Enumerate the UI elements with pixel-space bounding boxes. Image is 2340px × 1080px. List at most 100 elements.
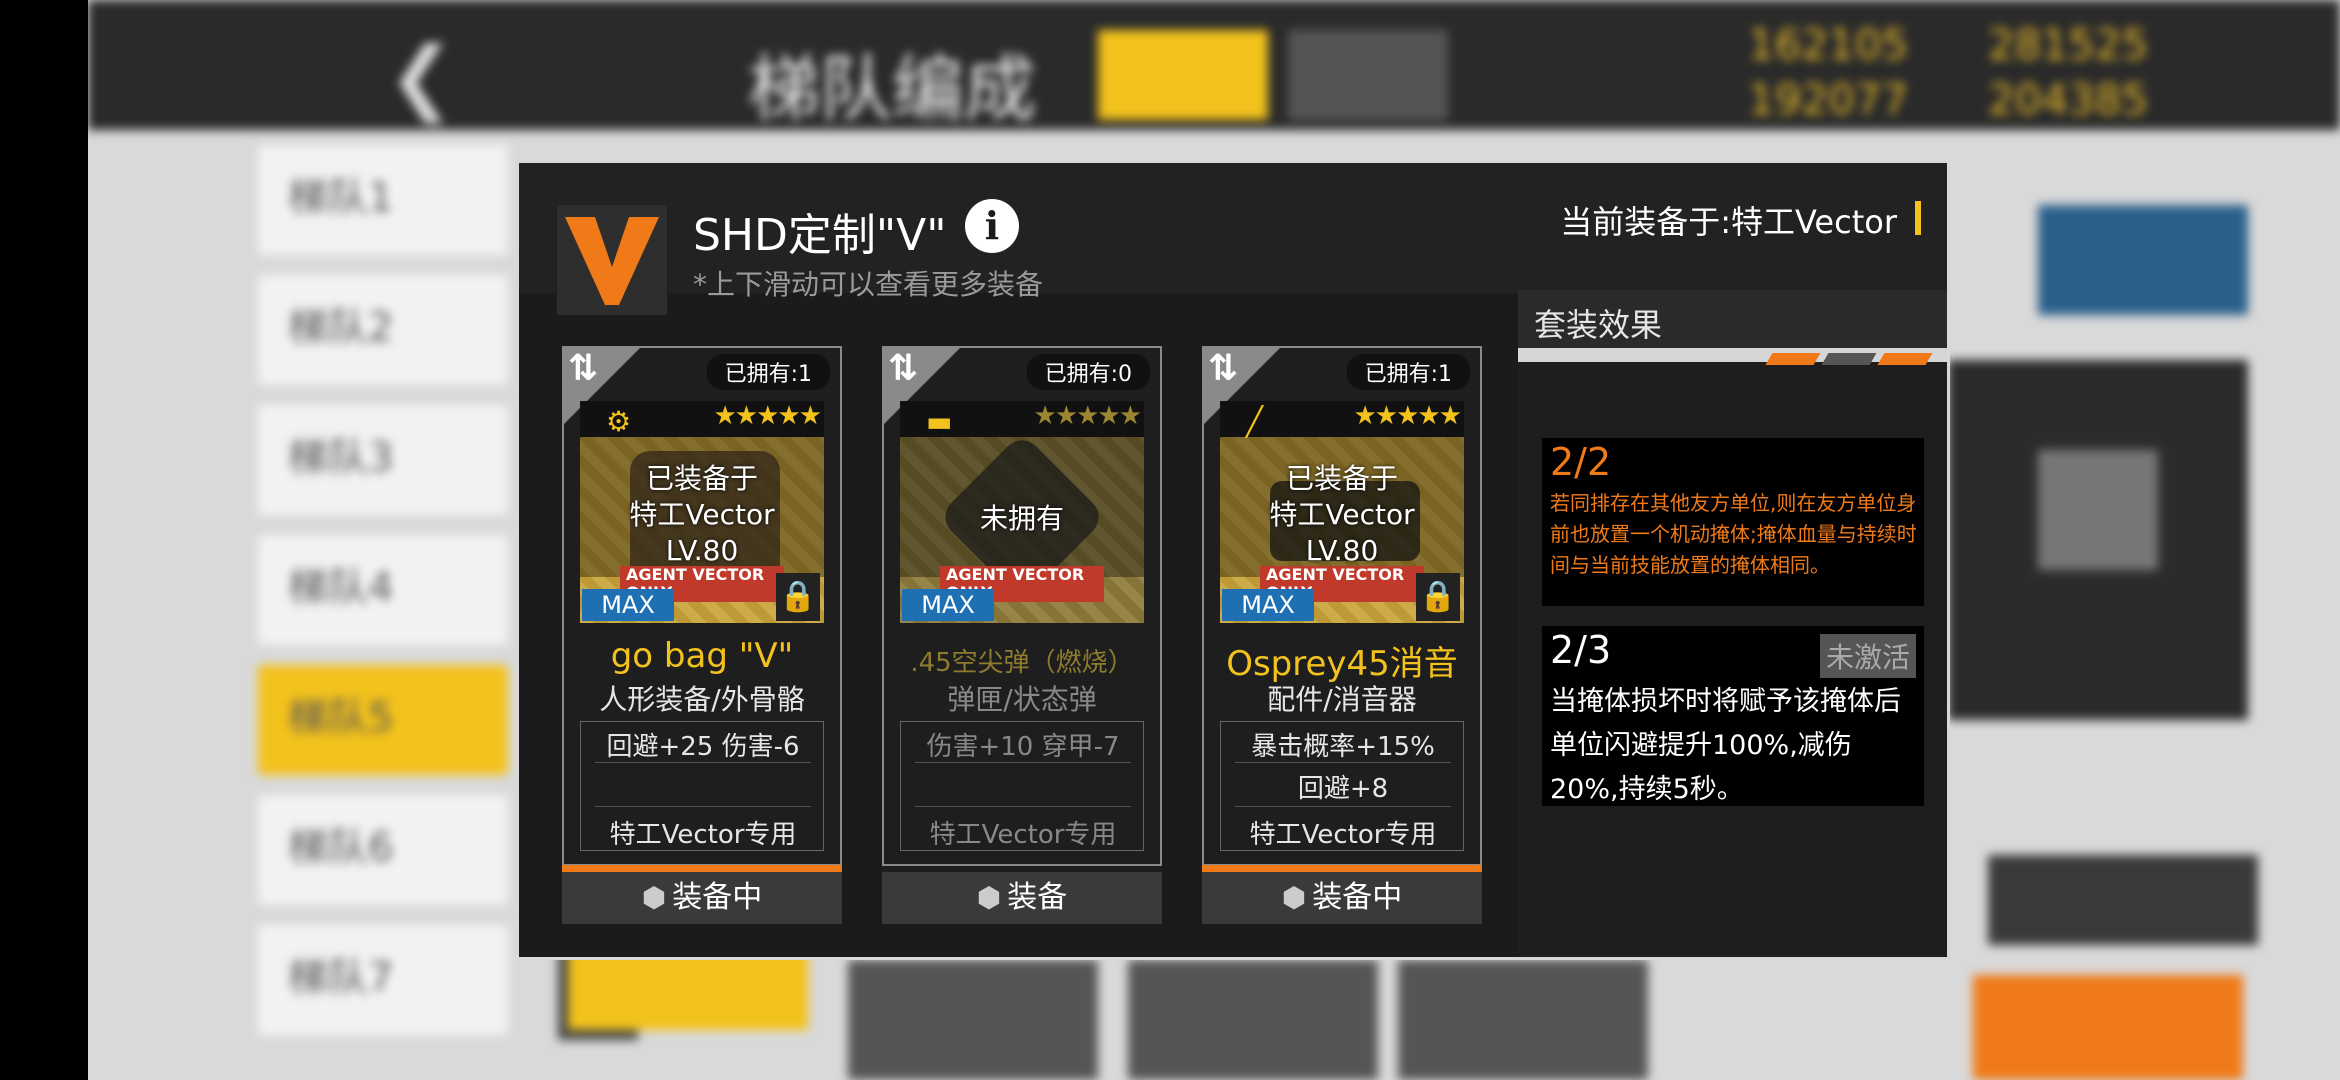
echelon-tab: 梯队7: [258, 925, 508, 1035]
progress-dash-active: [1765, 353, 1821, 365]
progress-dash-inactive: [1821, 353, 1877, 365]
background-flag-gray: [1288, 30, 1448, 120]
max-badge: MAX: [902, 589, 994, 621]
item-image: ╱ ★★★★★ AGENT VECTOR ONLY 已装备于 特工Vector …: [1220, 401, 1464, 623]
background-gray-button: [1988, 855, 2258, 945]
max-badge: MAX: [582, 589, 674, 621]
equipped-on-label: 当前装备于:特工Vector: [1560, 203, 1897, 241]
set-effect-item-active: 2/2 若同排存在其他友方单位,则在友方单位身前也放置一个机动掩体;掩体血量与持…: [1542, 438, 1924, 606]
background-card: [1128, 960, 1378, 1080]
equip-button-label: 装备: [1007, 880, 1068, 915]
owned-count: 已拥有:0: [1026, 354, 1150, 390]
rarity-stars: ★★★★★: [713, 401, 822, 431]
echelon-tab: 梯队4: [258, 535, 508, 645]
set-effect-item-inactive: 2/3 未激活 当掩体损坏时将赋予该掩体后单位闪避提升100%,减伤20%,持续…: [1542, 626, 1924, 806]
resource-value: 192077: [1748, 75, 1909, 124]
item-image: ⚙ ★★★★★ AGENT VECTOR ONLY 已装备于 特工Vector …: [580, 401, 824, 623]
dialog-title: SHD定制"V": [693, 210, 947, 261]
echelon-tab: 梯队1: [258, 145, 508, 255]
item-image: ▬ ★★★★★ AGENT VECTOR ONLY 未拥有 MAX: [900, 401, 1144, 623]
effect-count: 2/3: [1550, 628, 1612, 672]
background-flag-yellow: [1098, 30, 1268, 120]
lock-icon[interactable]: 🔒: [776, 573, 820, 621]
equipped-indicator-line: [1202, 865, 1482, 872]
stat-box: 回避+25 伤害-6 特工Vector专用: [580, 721, 824, 851]
exoskeleton-icon: ⚙: [606, 405, 632, 438]
equip-button-label: 装备中: [1312, 880, 1403, 915]
v-logo-graphic: [565, 217, 659, 305]
stat-divider: [915, 806, 1131, 807]
exclusive-label: 特工Vector专用: [929, 820, 1117, 850]
stat-divider: [1235, 806, 1451, 807]
set-effect-title: 套装效果: [1534, 306, 1663, 344]
item-name: .45空尖弹（燃烧）: [910, 648, 1134, 678]
inactive-badge: 未激活: [1819, 634, 1916, 678]
equipped-button[interactable]: ⬢ 装备中: [562, 872, 842, 924]
owned-count: 已拥有:1: [706, 354, 830, 390]
stat-divider: [595, 762, 811, 763]
resource-value: 281525: [1988, 20, 2149, 69]
lock-icon[interactable]: 🔒: [1416, 573, 1460, 621]
effect-count: 2/2: [1550, 440, 1612, 484]
cube-icon: ⬢: [641, 881, 667, 914]
info-icon[interactable]: i: [965, 199, 1019, 253]
suppressor-icon: ╱: [1246, 405, 1263, 438]
equipped-indicator-line: [562, 865, 842, 872]
rarity-stars: ★★★★★: [1353, 401, 1462, 431]
swap-icon[interactable]: ⇅: [888, 348, 918, 389]
equip-button-label: 装备中: [672, 880, 763, 915]
background-orange-button: [1973, 975, 2243, 1080]
equip-status: 已装备于 特工Vector LV.80: [1269, 462, 1415, 567]
progress-dash-active: [1877, 353, 1933, 365]
item-type: 配件/消音器: [1267, 683, 1417, 716]
equipment-card[interactable]: ⇅ 已拥有:1 ⚙ ★★★★★ AGENT VECTOR ONLY 已装备于 特…: [562, 346, 842, 924]
item-name: go bag "V": [610, 636, 794, 676]
equip-status: 未拥有: [979, 502, 1064, 535]
stat-divider: [595, 806, 811, 807]
equipped-accent-bar: [1915, 201, 1921, 235]
effect-description: 若同排存在其他友方单位,则在友方单位身前也放置一个机动掩体;掩体血量与持续时间与…: [1550, 491, 1917, 577]
set-progress-dashes: [1761, 350, 1933, 369]
set-logo-v-icon: [557, 205, 667, 315]
background-title: 梯队编成: [748, 47, 1037, 131]
exclusive-label: 特工Vector专用: [1249, 820, 1437, 850]
owned-count: 已拥有:1: [1346, 354, 1470, 390]
rarity-stars: ★★★★★: [1033, 401, 1142, 431]
stat-line: 回避+25 伤害-6: [606, 732, 800, 762]
echelon-tab: 梯队3: [258, 405, 508, 515]
stat-divider: [1235, 762, 1451, 763]
background-blue-panel: [2038, 205, 2248, 315]
stat-line: 回避+8: [1297, 774, 1389, 804]
background-card: [848, 960, 1098, 1080]
plus-icon: [2038, 450, 2158, 570]
max-badge: MAX: [1222, 589, 1314, 621]
stat-box: 伤害+10 穿甲-7 特工Vector专用: [900, 721, 1144, 851]
effect-description: 当掩体损坏时将赋予该掩体后单位闪避提升100%,减伤20%,持续5秒。: [1550, 686, 1901, 805]
equip-button[interactable]: ⬢ 装备: [882, 872, 1162, 924]
resource-value: 204385: [1988, 75, 2149, 124]
equipment-dialog: SHD定制"V" i *上下滑动可以查看更多装备 当前装备于:特工Vector …: [516, 160, 1950, 960]
exclusive-label: 特工Vector专用: [609, 820, 797, 850]
stat-divider: [915, 762, 1131, 763]
equip-status: 已装备于 特工Vector LV.80: [629, 462, 775, 567]
stat-line: 伤害+10 穿甲-7: [926, 732, 1120, 762]
echelon-tab-selected: 梯队5: [258, 665, 508, 775]
swap-icon[interactable]: ⇅: [568, 348, 598, 389]
resource-value: 162105: [1748, 20, 1909, 69]
echelon-tab: 梯队6: [258, 795, 508, 905]
equipment-card[interactable]: ⇅ 已拥有:0 ▬ ★★★★★ AGENT VECTOR ONLY 未拥有 MA…: [882, 346, 1162, 924]
stat-line: 暴击概率+15%: [1251, 732, 1435, 762]
item-type: 人形装备/外骨骼: [599, 683, 805, 716]
set-effect-panel: 套装效果 2/2 若同排存在其他友方单位,则在友方单位身前也放置一个机动掩体;掩…: [1518, 290, 1947, 957]
item-type: 弹匣/状态弹: [947, 683, 1097, 716]
back-icon: ❮: [388, 30, 456, 123]
equipped-button[interactable]: ⬢ 装备中: [1202, 872, 1482, 924]
ammo-icon: ▬: [926, 405, 953, 438]
swap-icon[interactable]: ⇅: [1208, 348, 1238, 389]
cube-icon: ⬢: [976, 881, 1002, 914]
echelon-tab: 梯队2: [258, 275, 508, 385]
scroll-hint: *上下滑动可以查看更多装备: [693, 268, 1044, 301]
stat-box: 暴击概率+15% 回避+8 特工Vector专用: [1220, 721, 1464, 851]
equipment-card[interactable]: ⇅ 已拥有:1 ╱ ★★★★★ AGENT VECTOR ONLY 已装备于 特…: [1202, 346, 1482, 924]
background-card: [1398, 960, 1648, 1080]
